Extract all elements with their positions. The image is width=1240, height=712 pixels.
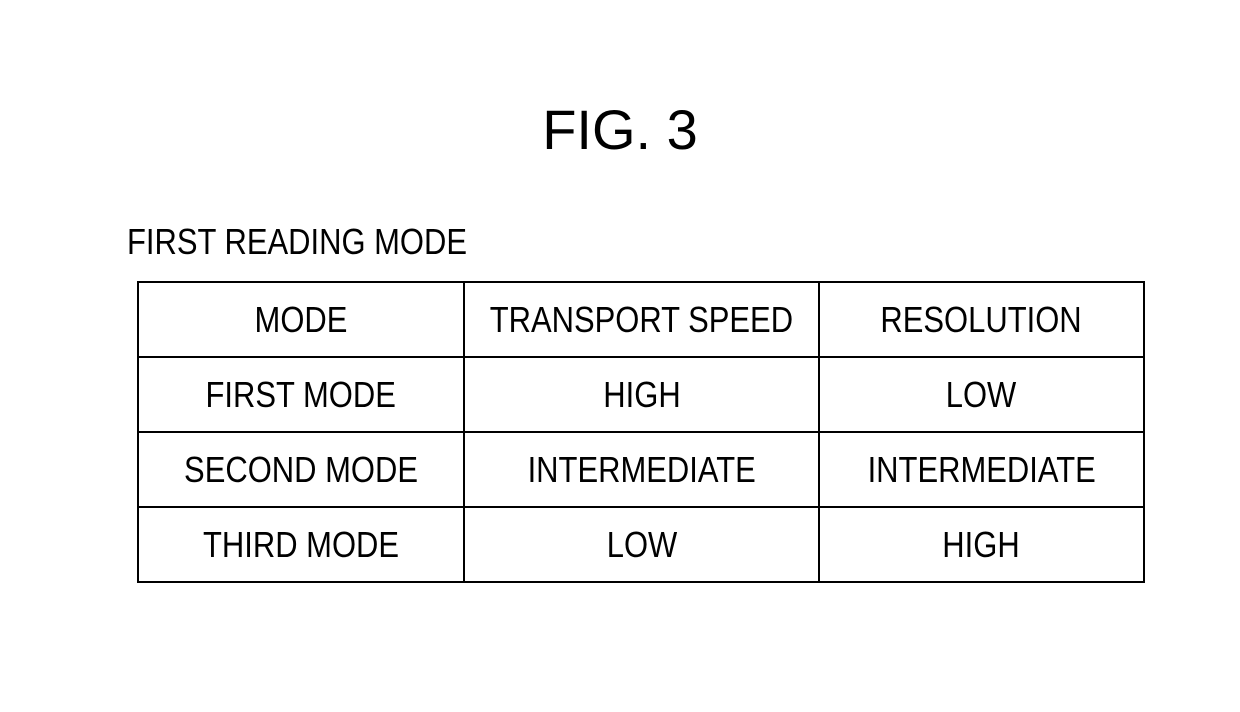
mode-name: FIRST MODE <box>205 373 397 415</box>
table-cell: HIGH <box>463 356 820 433</box>
resolution-value: LOW <box>946 373 1017 415</box>
table-cell: HIGH <box>817 506 1146 583</box>
table-cell: SECOND MODE <box>136 431 466 508</box>
header-cell: MODE <box>136 281 466 358</box>
table-row: SECOND MODE INTERMEDIATE INTERMEDIATE <box>136 431 1146 508</box>
table-cell: INTERMEDIATE <box>463 431 820 508</box>
transport-speed-value: HIGH <box>602 373 681 415</box>
resolution-value: INTERMEDIATE <box>867 448 1096 490</box>
header-transport-speed: TRANSPORT SPEED <box>489 298 794 340</box>
header-cell: RESOLUTION <box>817 281 1146 358</box>
mode-name: THIRD MODE <box>203 523 400 565</box>
table-cell: LOW <box>817 356 1146 433</box>
header-cell: TRANSPORT SPEED <box>463 281 820 358</box>
resolution-value: HIGH <box>942 523 1021 565</box>
mode-name: SECOND MODE <box>184 448 419 490</box>
reading-mode-table: MODE TRANSPORT SPEED RESOLUTION FIRST MO… <box>136 281 1146 583</box>
header-resolution: RESOLUTION <box>880 298 1083 340</box>
transport-speed-value: LOW <box>606 523 677 565</box>
table-cell: INTERMEDIATE <box>817 431 1146 508</box>
table-cell: LOW <box>463 506 820 583</box>
transport-speed-value: INTERMEDIATE <box>527 448 756 490</box>
table-header-row: MODE TRANSPORT SPEED RESOLUTION <box>136 281 1146 358</box>
figure-title: FIG. 3 <box>542 98 698 161</box>
table-caption: FIRST READING MODE <box>127 221 468 262</box>
table-row: FIRST MODE HIGH LOW <box>136 356 1146 433</box>
table-row: THIRD MODE LOW HIGH <box>136 506 1146 583</box>
table-cell: FIRST MODE <box>136 356 466 433</box>
table-cell: THIRD MODE <box>136 506 466 583</box>
header-mode: MODE <box>254 298 348 340</box>
